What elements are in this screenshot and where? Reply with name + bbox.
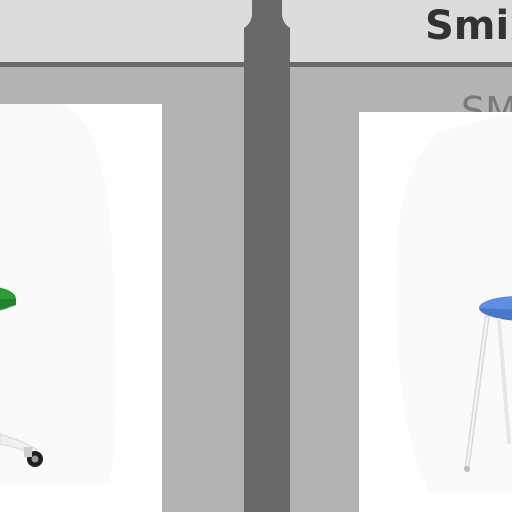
product-title: Smi <box>425 3 510 49</box>
panel-divider <box>244 0 290 512</box>
green-stool-image <box>0 104 116 484</box>
product-card-blue-stool[interactable] <box>359 112 512 512</box>
blue-stool-image <box>396 112 512 492</box>
product-card-green-stool[interactable] <box>0 104 162 512</box>
product-comparison-page: Smi SM <box>0 0 512 512</box>
